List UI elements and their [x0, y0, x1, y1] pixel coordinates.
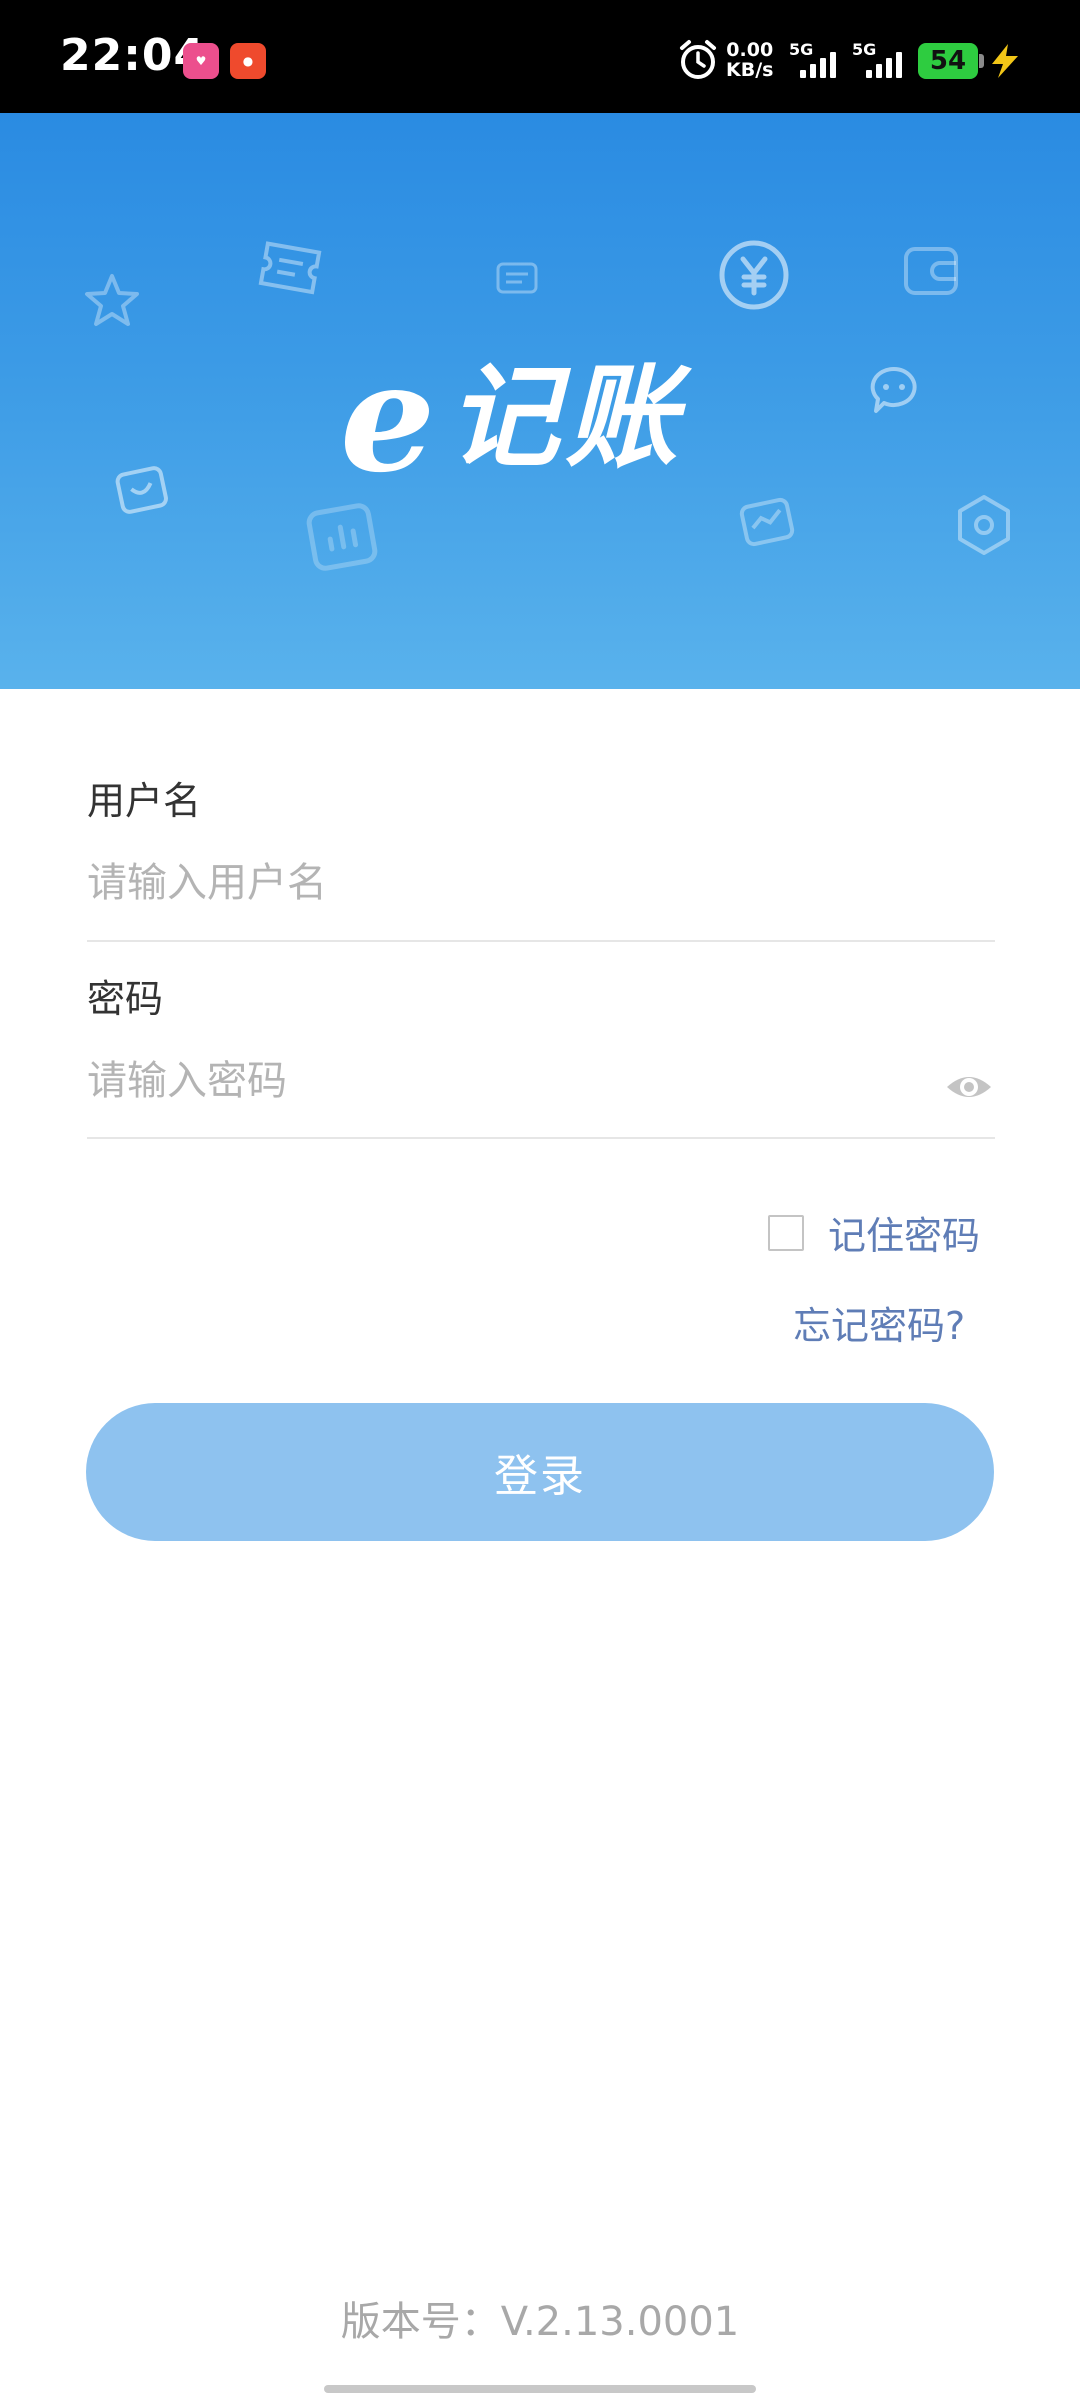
login-button[interactable]: 登录: [86, 1403, 994, 1541]
logo-text: 记账: [447, 353, 684, 483]
card-icon: [496, 262, 538, 294]
wallet-icon: [904, 247, 958, 295]
remember-password-toggle[interactable]: 记住密码: [768, 1205, 980, 1260]
signal-icon-2: [866, 50, 902, 78]
status-bar: 22:04 ♥ ● 0.00 KB/s 5G 5G 54: [0, 0, 1080, 113]
star-icon: [85, 274, 139, 326]
header-banner: e 记账: [0, 113, 1080, 689]
eye-icon[interactable]: [944, 1062, 994, 1112]
ticket-icon: [258, 241, 322, 295]
password-input[interactable]: [87, 1046, 927, 1116]
chat-icon: [870, 366, 917, 413]
remember-checkbox[interactable]: [768, 1214, 804, 1251]
app-notification-icon: ♥: [183, 43, 219, 79]
gear-icon: [958, 495, 1010, 555]
app-logo: e 记账: [340, 330, 684, 506]
alarm-icon: [680, 40, 716, 79]
username-input[interactable]: [87, 848, 987, 918]
username-divider: [87, 940, 995, 942]
version-label: 版本号：V.2.13.0001: [340, 2299, 740, 2345]
signal-icon: [800, 50, 836, 78]
username-label: 用户名: [87, 779, 202, 823]
password-divider: [87, 1137, 995, 1139]
yuan-coin-icon: [719, 240, 789, 310]
net-speed: 0.00 KB/s: [726, 40, 773, 80]
home-indicator[interactable]: [324, 2385, 756, 2393]
logo-e: e: [340, 330, 436, 506]
forgot-password-link[interactable]: 忘记密码?: [793, 1295, 965, 1350]
battery-icon: 54: [918, 43, 984, 79]
battery-level: 54: [929, 46, 967, 76]
net-speed-value: 0.00: [726, 39, 774, 61]
remember-password-label: 记住密码: [828, 1214, 981, 1258]
app-notification-icon-2: ●: [230, 43, 266, 79]
wallet-small-icon: [115, 466, 168, 514]
net-speed-unit: KB/s: [726, 59, 774, 81]
chart-board-icon: [306, 503, 378, 571]
trend-icon: [739, 497, 795, 547]
password-label: 密码: [87, 977, 164, 1021]
charging-icon: [992, 44, 1018, 78]
